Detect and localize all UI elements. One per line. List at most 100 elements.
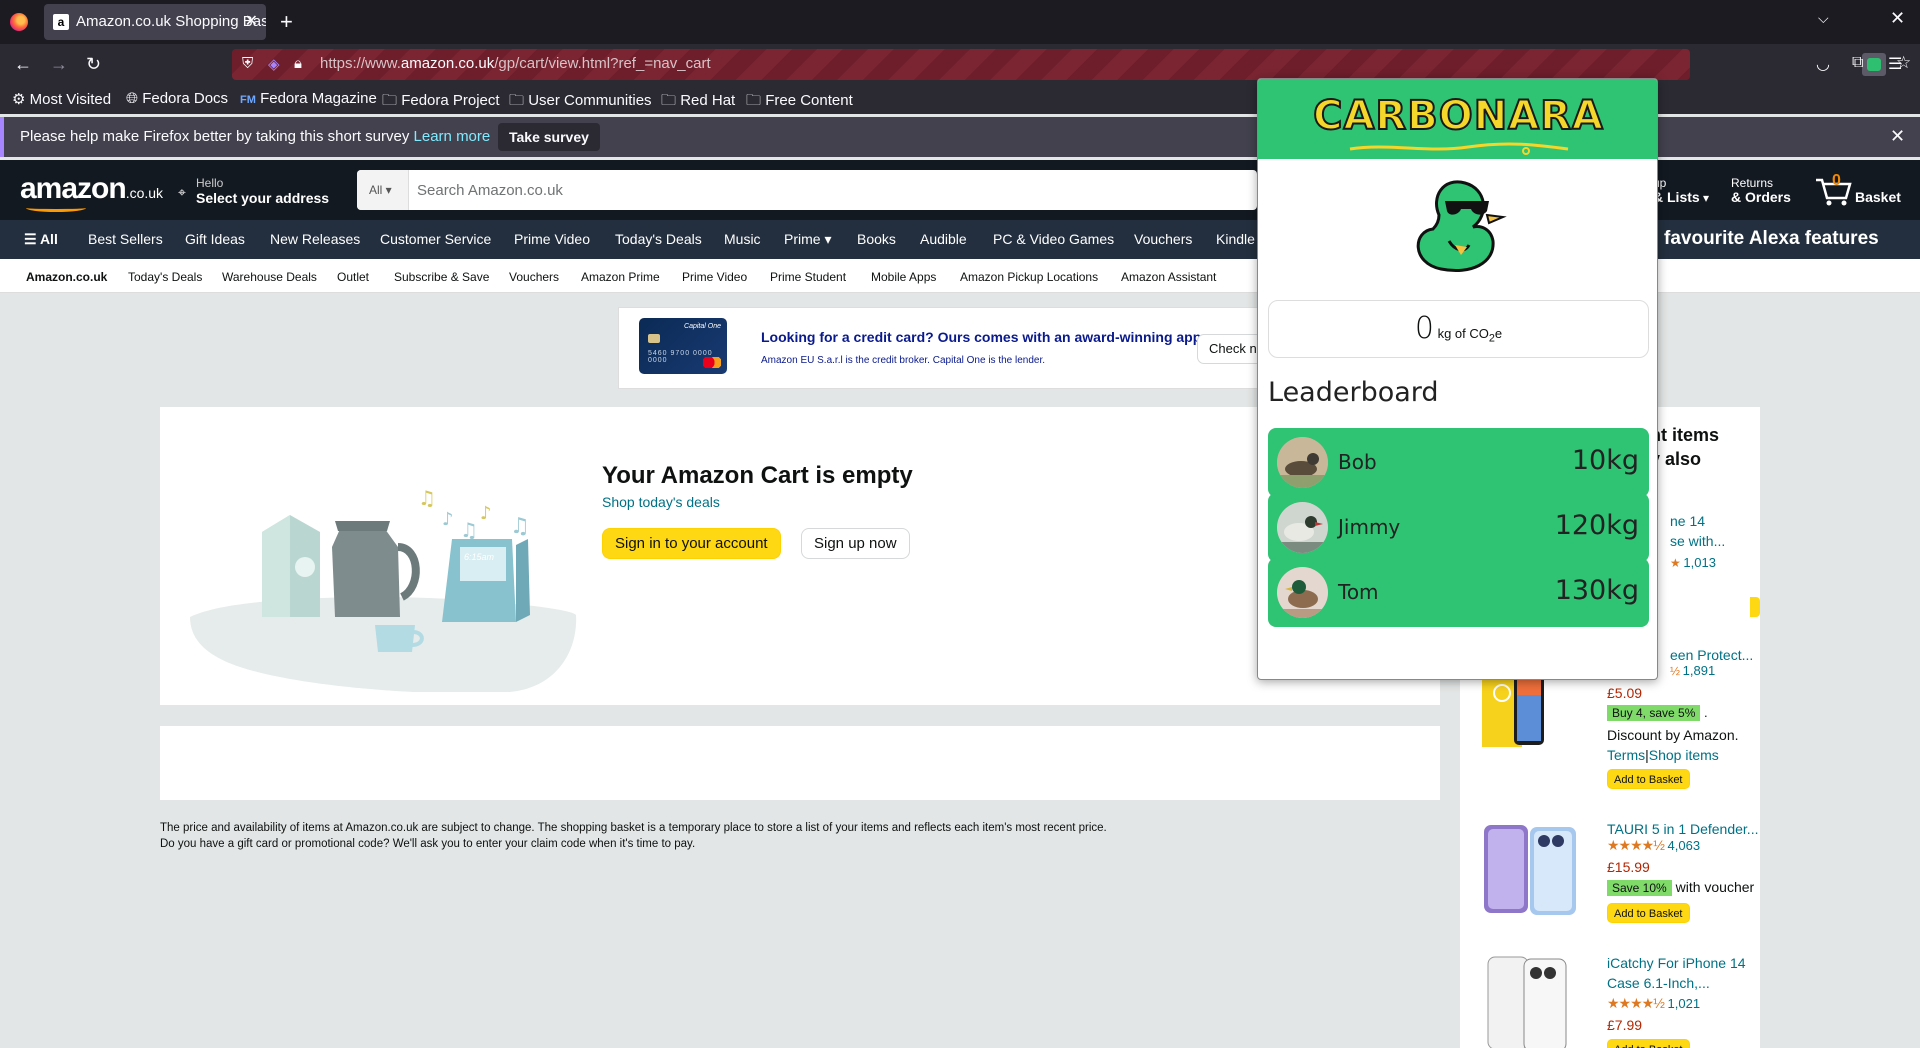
- add-to-basket-button[interactable]: Add to Basket: [1607, 1039, 1690, 1048]
- alexa-banner-text[interactable]: favourite Alexa features: [1664, 228, 1879, 250]
- carbonara-extension-button[interactable]: [1862, 53, 1886, 76]
- item-title[interactable]: een Protect...: [1670, 645, 1760, 665]
- bookmark-label: Red Hat: [680, 92, 736, 109]
- leaderboard-row[interactable]: Jimmy 120kg: [1268, 493, 1649, 562]
- learn-more-link[interactable]: Learn more: [414, 128, 491, 145]
- bookmark-free-content[interactable]: 🗀 Free Content: [746, 90, 853, 115]
- shop-deals-link[interactable]: Shop today's deals: [602, 494, 720, 510]
- bookmark-fedora-docs[interactable]: 🌐︎ Fedora Docs: [126, 90, 228, 107]
- cart-count[interactable]: 0: [1832, 172, 1841, 190]
- leaderboard-name: Bob: [1338, 450, 1377, 474]
- location-pin-icon: ⌖: [178, 184, 186, 200]
- terms-link[interactable]: Terms: [1607, 747, 1645, 763]
- bookmark-fedora-project[interactable]: 🗀 Fedora Project: [382, 90, 500, 115]
- credit-card-promo[interactable]: Capital One 5460 9700 0000 0000 Looking …: [618, 307, 1269, 389]
- private-mask-icon[interactable]: ⛨: [242, 55, 253, 72]
- subnav-todays-deals[interactable]: Today's Deals: [128, 270, 202, 284]
- subnav-prime-video[interactable]: Prime Video: [682, 270, 747, 284]
- nav-kindle[interactable]: Kindle: [1216, 231, 1255, 247]
- add-to-basket-button[interactable]: Add to Basket: [1607, 903, 1690, 923]
- reload-icon[interactable]: ↻: [86, 52, 101, 76]
- pocket-icon[interactable]: ◡: [1816, 54, 1830, 74]
- bookmark-fedora-magazine[interactable]: FM Fedora Magazine: [240, 90, 377, 107]
- subnav-mobile-apps[interactable]: Mobile Apps: [871, 270, 936, 284]
- nav-books[interactable]: Books: [857, 231, 896, 247]
- subnav-amazon-assistant[interactable]: Amazon Assistant: [1121, 270, 1216, 284]
- nav-gift-ideas[interactable]: Gift Ideas: [185, 231, 245, 247]
- nav-todays-deals[interactable]: Today's Deals: [615, 231, 702, 247]
- amazon-logo[interactable]: amazon.co.uk: [20, 172, 163, 206]
- basket-disclaimer: The price and availability of items at A…: [160, 820, 1107, 852]
- leaderboard-row[interactable]: Bob 10kg: [1268, 428, 1649, 497]
- add-to-basket-button-partial[interactable]: [1750, 597, 1760, 617]
- lists-label: & Lists: [1653, 189, 1700, 205]
- leaderboard-kg: 120kg: [1554, 510, 1639, 541]
- back-arrow-icon[interactable]: ←: [14, 52, 32, 76]
- svg-text:♫: ♫: [510, 514, 530, 539]
- notification-close-icon[interactable]: ✕: [1890, 126, 1905, 147]
- item-title[interactable]: iCatchy For iPhone 14 Case 6.1-Inch,...: [1607, 953, 1767, 993]
- window-close-icon[interactable]: ✕: [1890, 8, 1905, 29]
- nav-prime-video[interactable]: Prime Video: [514, 231, 590, 247]
- account-lists-button[interactable]: up & Lists ▾: [1653, 176, 1709, 205]
- url-bar[interactable]: ⛨ ◈ 🔒︎ https://www.amazon.co.uk/gp/cart/…: [232, 49, 1911, 80]
- nav-audible[interactable]: Audible: [920, 231, 967, 247]
- add-to-basket-button[interactable]: Add to Basket: [1607, 769, 1690, 789]
- item-title[interactable]: ne 14 se with...: [1670, 511, 1760, 551]
- subnav-amazon-home[interactable]: Amazon.co.uk: [26, 270, 107, 284]
- avatar: [1277, 502, 1328, 553]
- tab-close-icon[interactable]: ✕: [245, 4, 258, 40]
- nav-pc-video-games[interactable]: PC & Video Games: [993, 231, 1114, 247]
- bookmark-red-hat[interactable]: 🗀 Red Hat: [661, 90, 735, 115]
- bookmark-user-communities[interactable]: 🗀 User Communities: [509, 90, 652, 115]
- sign-up-button[interactable]: Sign up now: [801, 528, 910, 559]
- subnav-prime-student[interactable]: Prime Student: [770, 270, 846, 284]
- subnav-subscribe-save[interactable]: Subscribe & Save: [394, 270, 489, 284]
- co2-unit-suffix: e: [1494, 326, 1503, 341]
- nav-customer-service[interactable]: Customer Service: [380, 231, 491, 247]
- tab-amazon-basket[interactable]: a Amazon.co.uk Shopping Basket ✕: [44, 4, 266, 40]
- shop-items-link[interactable]: Shop items: [1649, 747, 1719, 763]
- subnav-warehouse-deals[interactable]: Warehouse Deals: [222, 270, 317, 284]
- nav-label: Prime: [784, 231, 821, 247]
- carbonara-logo: CARBONARA: [1312, 92, 1604, 140]
- returns-orders-button[interactable]: Returns & Orders: [1731, 176, 1791, 205]
- gear-icon: ⚙: [12, 91, 26, 108]
- extensions-icon[interactable]: ⧉: [1852, 54, 1863, 72]
- search-input[interactable]: [417, 170, 1217, 210]
- tracking-shield-icon[interactable]: ◈: [268, 55, 280, 73]
- subnav-outlet[interactable]: Outlet: [337, 270, 369, 284]
- nav-best-sellers[interactable]: Best Sellers: [88, 231, 163, 247]
- forward-arrow-icon[interactable]: →: [50, 52, 68, 76]
- item-rating[interactable]: ★★★★½ 1,021: [1607, 995, 1700, 1012]
- item-rating[interactable]: ★★★★½ 4,063: [1607, 837, 1700, 854]
- bookmark-most-visited[interactable]: ⚙ Most Visited: [12, 90, 111, 108]
- disclaimer-line-2: Do you have a gift card or promotional c…: [160, 838, 696, 850]
- item-rating[interactable]: ★ 1,013: [1670, 555, 1716, 570]
- logo-underline-icon: [1349, 142, 1569, 155]
- new-tab-icon[interactable]: +: [280, 8, 293, 36]
- cart-label[interactable]: Basket: [1855, 189, 1901, 205]
- menu-hamburger-icon[interactable]: ☰: [1888, 54, 1902, 74]
- category-label: All: [369, 183, 383, 197]
- lock-icon[interactable]: 🔒︎: [294, 55, 302, 72]
- nav-vouchers[interactable]: Vouchers: [1134, 231, 1192, 247]
- nav-all-menu[interactable]: ☰ All: [24, 231, 58, 248]
- item-title[interactable]: TAURI 5 in 1 Defender...: [1607, 819, 1767, 839]
- leaderboard-row[interactable]: Tom 130kg: [1268, 558, 1649, 627]
- subnav-pickup-locations[interactable]: Amazon Pickup Locations: [960, 270, 1098, 284]
- duck-mascot-icon: [1416, 180, 1507, 272]
- nav-prime[interactable]: Prime ▾: [784, 231, 831, 248]
- sign-in-button[interactable]: Sign in to your account: [602, 528, 781, 559]
- sidebar-heading: ht items y also: [1650, 423, 1719, 471]
- list-tabs-chevron-icon[interactable]: ⌵: [1818, 10, 1829, 27]
- subnav-amazon-prime[interactable]: Amazon Prime: [581, 270, 660, 284]
- firefox-logo-icon[interactable]: [10, 13, 28, 31]
- search-category-select[interactable]: All ▾: [357, 170, 409, 210]
- nav-music[interactable]: Music: [724, 231, 761, 247]
- subnav-vouchers[interactable]: Vouchers: [509, 270, 559, 284]
- take-survey-button[interactable]: Take survey: [498, 123, 600, 151]
- item-rating[interactable]: ½ 1,891: [1670, 663, 1715, 678]
- nav-new-releases[interactable]: New Releases: [270, 231, 360, 247]
- svg-text:♫: ♫: [418, 486, 436, 510]
